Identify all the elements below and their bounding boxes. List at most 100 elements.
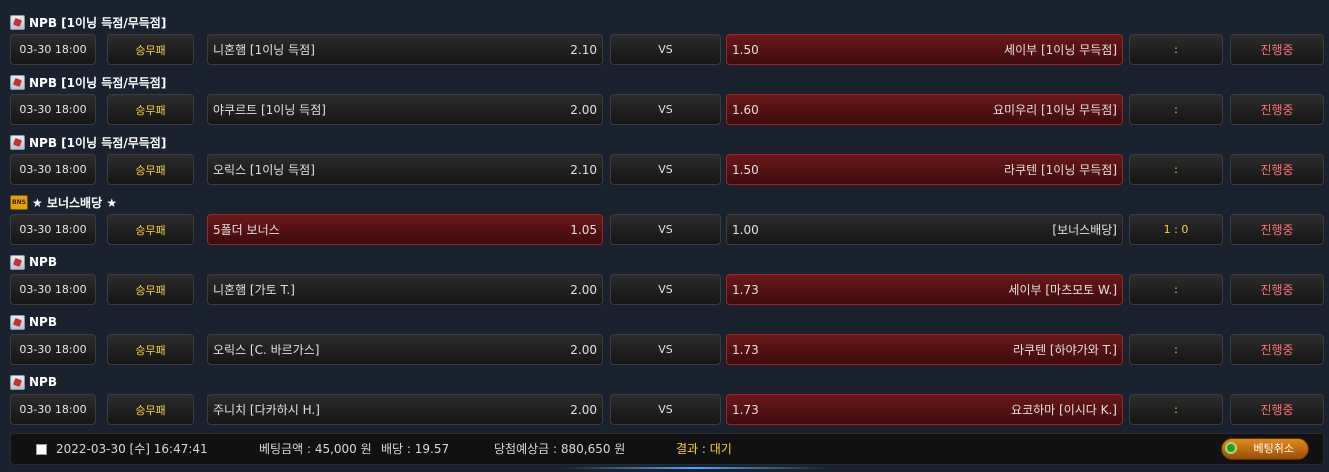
league-name: NPB [1이닝 득점/무득점] bbox=[29, 15, 167, 30]
away-odds: 1.50 bbox=[732, 42, 759, 57]
draw-vs-button[interactable]: VS bbox=[610, 94, 721, 125]
home-odds: 2.10 bbox=[570, 42, 597, 57]
away-team-name: [보너스배당] bbox=[1052, 223, 1117, 237]
league-header: NPB [1이닝 득점/무득점] bbox=[10, 133, 166, 151]
draw-vs-button[interactable]: VS bbox=[610, 334, 721, 365]
select-checkbox[interactable] bbox=[36, 444, 47, 455]
away-odds: 1.73 bbox=[732, 342, 759, 357]
game-status: 진행중 bbox=[1230, 394, 1324, 425]
away-team-button[interactable]: 1.73 세이부 [마츠모토 W.] bbox=[726, 274, 1123, 305]
draw-vs-button[interactable]: VS bbox=[610, 214, 721, 245]
bet-summary-bar: 2022-03-30 [수] 16:47:41 베팅금액 : 45,000 원 … bbox=[10, 433, 1324, 465]
game-row: NPB [1이닝 득점/무득점] 03-30 18:00 승무패 야쿠르트 [1… bbox=[0, 70, 1329, 130]
league-name: NPB bbox=[29, 375, 57, 389]
home-team-button[interactable]: 오릭스 [1이닝 득점] 2.10 bbox=[207, 154, 603, 185]
game-status: 진행중 bbox=[1230, 214, 1324, 245]
home-team-button[interactable]: 야쿠르트 [1이닝 득점] 2.00 bbox=[207, 94, 603, 125]
away-odds: 1.00 bbox=[732, 222, 759, 237]
bet-type: 승무패 bbox=[107, 274, 194, 305]
away-team-name: 세이부 [마츠모토 W.] bbox=[1008, 283, 1117, 297]
game-date: 03-30 18:00 bbox=[10, 34, 96, 65]
game-date: 03-30 18:00 bbox=[10, 154, 96, 185]
home-team-button[interactable]: 니혼햄 [1이닝 득점] 2.10 bbox=[207, 34, 603, 65]
away-team-button[interactable]: 1.60 요미우리 [1이닝 무득점] bbox=[726, 94, 1123, 125]
game-row: NPB [1이닝 득점/무득점] 03-30 18:00 승무패 니혼햄 [1이… bbox=[0, 10, 1329, 70]
glow-line bbox=[560, 467, 830, 469]
score: : bbox=[1129, 334, 1223, 365]
npb-icon bbox=[10, 374, 25, 390]
home-odds: 2.00 bbox=[570, 342, 597, 357]
home-team-button[interactable]: 5폴더 보너스 1.05 bbox=[207, 214, 603, 245]
league-header: NPB bbox=[10, 373, 57, 391]
away-team-button[interactable]: 1.73 요코하마 [이시다 K.] bbox=[726, 394, 1123, 425]
game-status: 진행중 bbox=[1230, 154, 1324, 185]
away-odds: 1.73 bbox=[732, 402, 759, 417]
game-row: BNS ★ 보너스배당 ★ 03-30 18:00 승무패 5폴더 보너스 1.… bbox=[0, 190, 1329, 250]
home-odds: 2.00 bbox=[570, 282, 597, 297]
game-row: NPB 03-30 18:00 승무패 주니치 [다카하시 H.] 2.00 V… bbox=[0, 370, 1329, 430]
away-team-button[interactable]: 1.73 라쿠텐 [하야가와 T.] bbox=[726, 334, 1123, 365]
home-team-name: 오릭스 [C. 바르가스] bbox=[213, 343, 320, 357]
game-row: NPB 03-30 18:00 승무패 오릭스 [C. 바르가스] 2.00 V… bbox=[0, 310, 1329, 370]
npb-icon bbox=[10, 254, 25, 270]
away-team-name: 요미우리 [1이닝 무득점] bbox=[993, 103, 1117, 117]
bet-datetime: 2022-03-30 [수] 16:47:41 bbox=[56, 442, 208, 456]
away-odds: 1.50 bbox=[732, 162, 759, 177]
bet-type: 승무패 bbox=[107, 34, 194, 65]
away-team-button[interactable]: 1.50 라쿠텐 [1이닝 무득점] bbox=[726, 154, 1123, 185]
away-odds: 1.73 bbox=[732, 282, 759, 297]
total-odds: 배당 : 19.57 bbox=[381, 442, 450, 456]
draw-vs-button[interactable]: VS bbox=[610, 154, 721, 185]
draw-vs-button[interactable]: VS bbox=[610, 34, 721, 65]
game-date: 03-30 18:00 bbox=[10, 334, 96, 365]
home-team-name: 주니치 [다카하시 H.] bbox=[213, 403, 320, 417]
draw-vs-button[interactable]: VS bbox=[610, 274, 721, 305]
game-row: NPB 03-30 18:00 승무패 니혼햄 [가토 T.] 2.00 VS … bbox=[0, 250, 1329, 310]
bet-type: 승무패 bbox=[107, 394, 194, 425]
bet-type: 승무패 bbox=[107, 154, 194, 185]
home-team-name: 니혼햄 [가토 T.] bbox=[213, 283, 295, 297]
away-team-name: 요코하마 [이시다 K.] bbox=[1011, 403, 1117, 417]
bonus-icon: BNS bbox=[10, 194, 28, 210]
league-name: NPB bbox=[29, 315, 57, 329]
score: : bbox=[1129, 154, 1223, 185]
game-status: 진행중 bbox=[1230, 94, 1324, 125]
game-row: NPB [1이닝 득점/무득점] 03-30 18:00 승무패 오릭스 [1이… bbox=[0, 130, 1329, 190]
cancel-bet-button[interactable]: 베팅취소 bbox=[1221, 438, 1309, 460]
game-status: 진행중 bbox=[1230, 274, 1324, 305]
bet-type: 승무패 bbox=[107, 334, 194, 365]
home-team-button[interactable]: 주니치 [다카하시 H.] 2.00 bbox=[207, 394, 603, 425]
npb-icon bbox=[10, 74, 25, 90]
away-team-name: 라쿠텐 [하야가와 T.] bbox=[1013, 343, 1117, 357]
score: 1 : 0 bbox=[1129, 214, 1223, 245]
game-date: 03-30 18:00 bbox=[10, 94, 96, 125]
score: : bbox=[1129, 94, 1223, 125]
bet-type: 승무패 bbox=[107, 214, 194, 245]
home-team-name: 5폴더 보너스 bbox=[213, 223, 280, 237]
npb-icon bbox=[10, 14, 25, 30]
league-header: NPB [1이닝 득점/무득점] bbox=[10, 73, 166, 91]
home-team-button[interactable]: 오릭스 [C. 바르가스] 2.00 bbox=[207, 334, 603, 365]
league-header: NPB bbox=[10, 313, 57, 331]
league-header: NPB [1이닝 득점/무득점] bbox=[10, 13, 166, 31]
home-odds: 2.00 bbox=[570, 402, 597, 417]
draw-vs-button[interactable]: VS bbox=[610, 394, 721, 425]
league-name: NPB [1이닝 득점/무득점] bbox=[29, 75, 167, 90]
away-team-name: 세이부 [1이닝 무득점] bbox=[1004, 43, 1117, 57]
home-team-name: 오릭스 [1이닝 득점] bbox=[213, 163, 315, 177]
game-status: 진행중 bbox=[1230, 34, 1324, 65]
home-odds: 1.05 bbox=[570, 222, 597, 237]
game-date: 03-30 18:00 bbox=[10, 394, 96, 425]
home-team-button[interactable]: 니혼햄 [가토 T.] 2.00 bbox=[207, 274, 603, 305]
expected-payout: 당첨예상금 : 880,650 원 bbox=[494, 442, 626, 456]
npb-icon bbox=[10, 314, 25, 330]
home-team-name: 니혼햄 [1이닝 득점] bbox=[213, 43, 315, 57]
game-status: 진행중 bbox=[1230, 334, 1324, 365]
league-name: ★ 보너스배당 ★ bbox=[32, 195, 118, 210]
away-team-button[interactable]: 1.00 [보너스배당] bbox=[726, 214, 1123, 245]
away-team-name: 라쿠텐 [1이닝 무득점] bbox=[1004, 163, 1117, 177]
bet-amount: 베팅금액 : 45,000 원 bbox=[259, 442, 372, 456]
away-team-button[interactable]: 1.50 세이부 [1이닝 무득점] bbox=[726, 34, 1123, 65]
home-odds: 2.00 bbox=[570, 102, 597, 117]
score: : bbox=[1129, 34, 1223, 65]
